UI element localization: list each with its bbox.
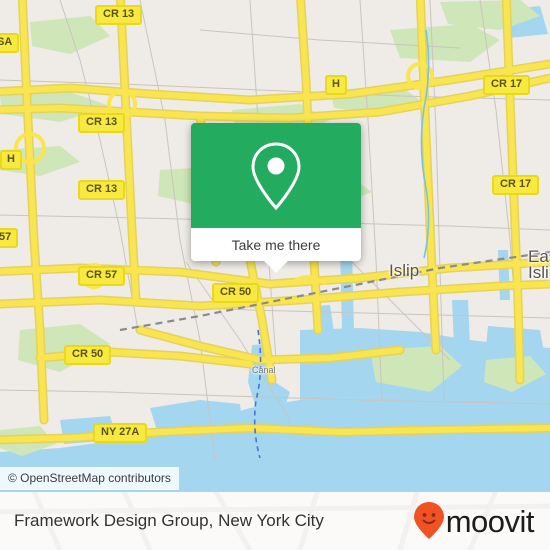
hospital-shield-left: H xyxy=(0,150,22,170)
place-label-east-islip-line2: Islip xyxy=(528,263,550,282)
location-popup-card[interactable]: Take me there xyxy=(191,123,361,261)
road-shield-cr13-north: CR 13 xyxy=(95,5,143,25)
road-shield-cr17-north: CR 17 xyxy=(483,75,531,95)
road-shield-cr13-mid: CR 13 xyxy=(78,113,126,133)
location-title: Framework Design Group, New York City xyxy=(14,511,324,530)
hospital-shield-top: H xyxy=(325,75,347,95)
osm-attribution[interactable]: © OpenStreetMap contributors xyxy=(0,467,179,490)
take-me-there-button[interactable]: Take me there xyxy=(191,228,361,261)
road-shield-cr17-south: CR 17 xyxy=(492,175,540,195)
road-shield-partial-left: SA xyxy=(0,33,20,53)
popup-pin-panel xyxy=(191,123,361,228)
place-label-canal: Canal xyxy=(252,365,276,375)
road-shield-cr57: CR 57 xyxy=(78,266,126,286)
moovit-wordmark: moovit xyxy=(445,503,535,539)
road-shield-cr13-south: CR 13 xyxy=(78,180,126,200)
footer-bar: Framework Design Group, New York City mo… xyxy=(0,492,550,550)
road-shield-cr50-west: CR 50 xyxy=(64,345,112,365)
moovit-logo[interactable]: moovit xyxy=(413,502,535,540)
road-shield-cr57-partial: 57 xyxy=(0,228,19,248)
map-screenshot-root: CR 13 CR 13 CR 13 CR 17 CR 17 CR 57 CR 50 CR 50… xyxy=(0,0,550,550)
map-canvas[interactable]: CR 13 CR 13 CR 13 CR 17 CR 17 CR 57 CR 50 CR 50… xyxy=(0,0,550,492)
location-pin-icon xyxy=(251,141,301,210)
moovit-smiley-pin-icon xyxy=(413,502,444,539)
road-shield-cr50-east: CR 50 xyxy=(212,283,260,303)
road-shield-ny27a: NY 27A xyxy=(93,423,148,443)
place-label-islip: Islip xyxy=(389,261,420,280)
popup-tail xyxy=(263,260,289,273)
